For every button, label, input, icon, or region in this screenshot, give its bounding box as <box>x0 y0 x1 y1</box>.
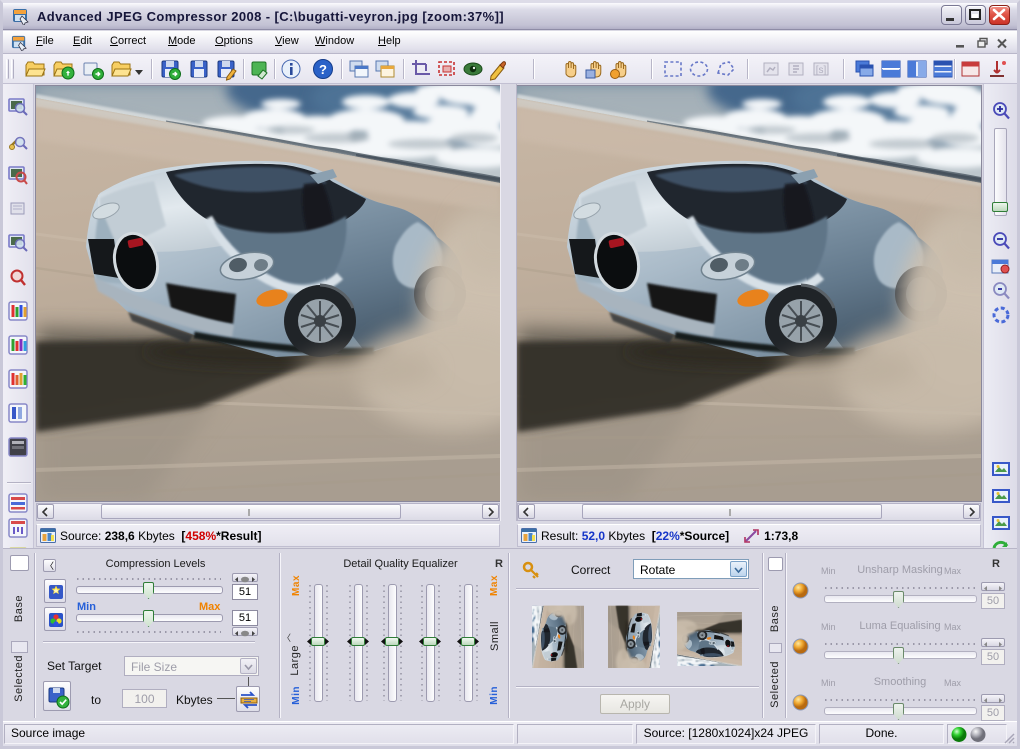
svg-text:[s]: [s] <box>816 65 827 76</box>
svg-text:?: ? <box>319 62 327 77</box>
